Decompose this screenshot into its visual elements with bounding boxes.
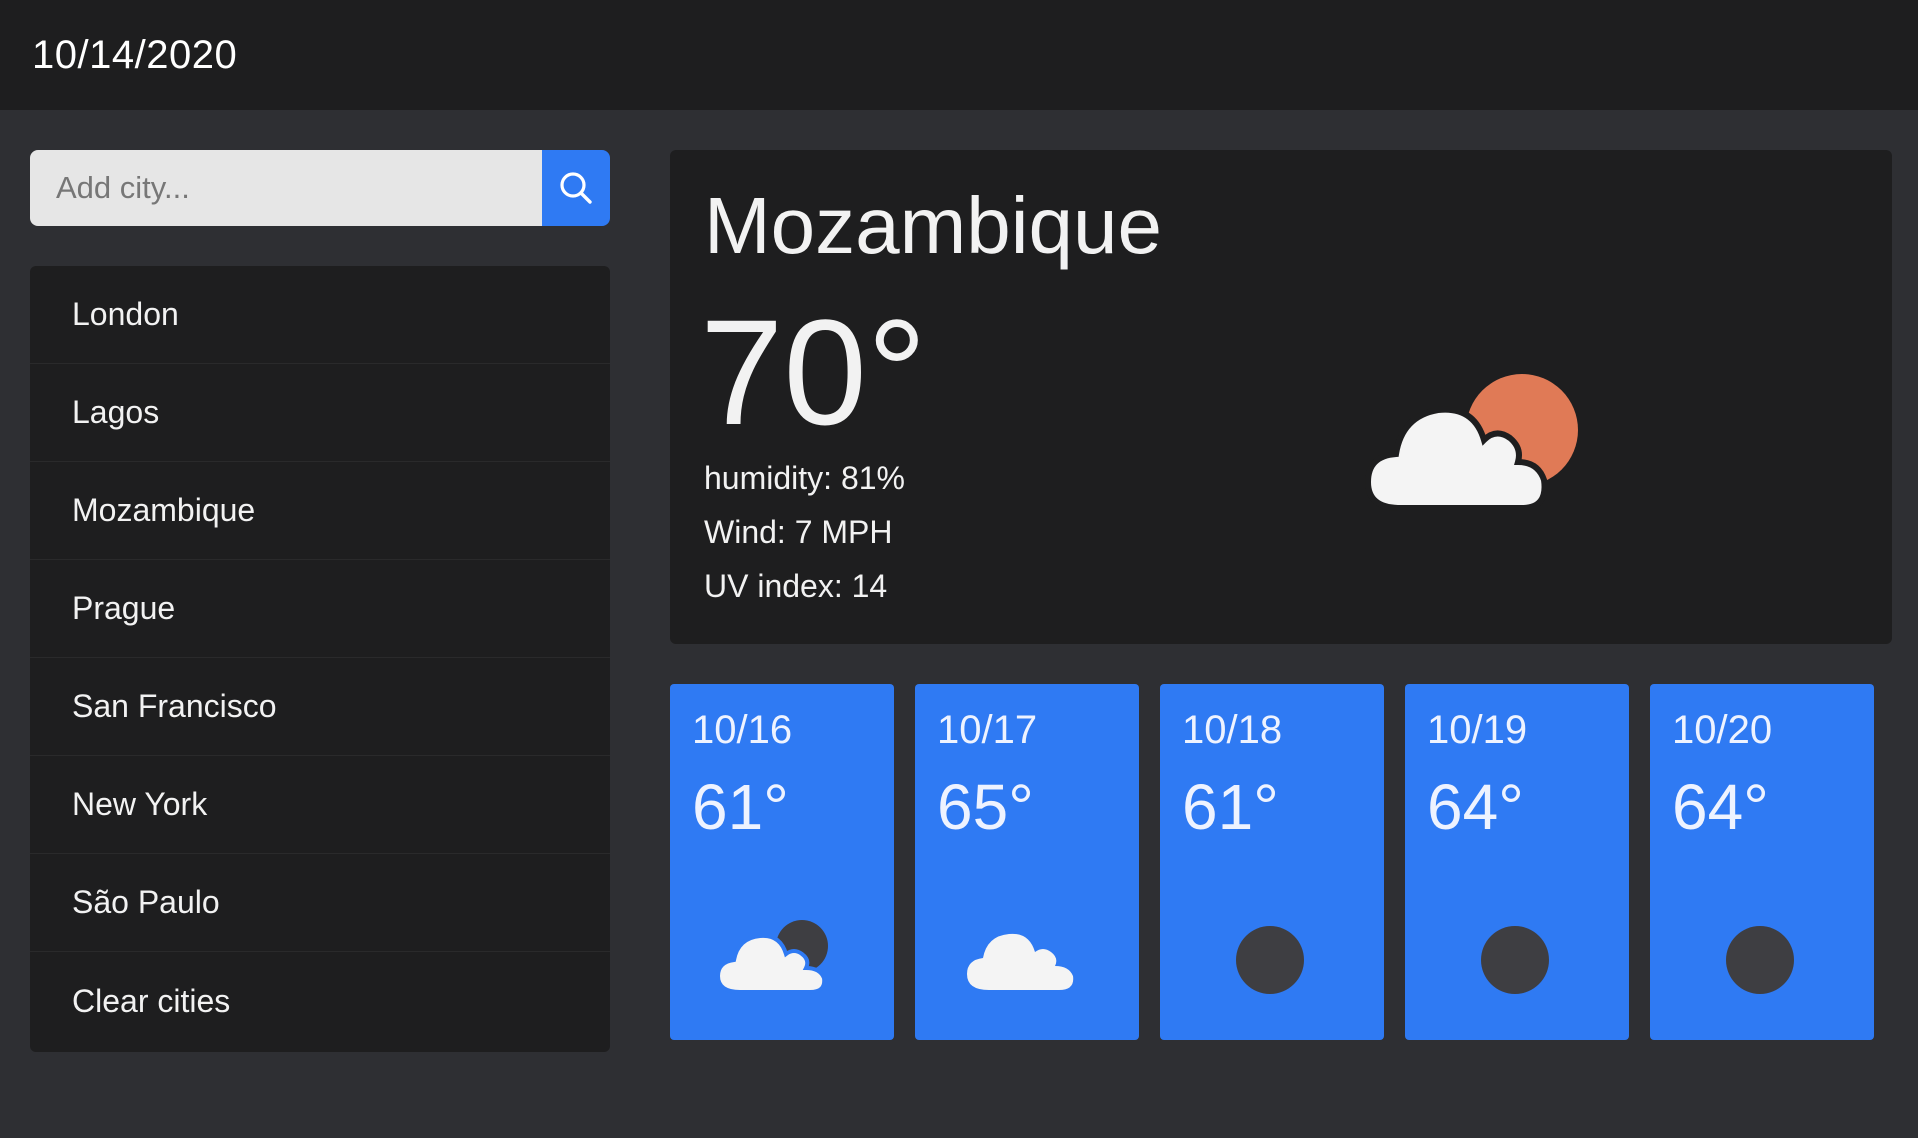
city-search bbox=[30, 150, 610, 226]
city-item-sao-paulo[interactable]: São Paulo bbox=[30, 854, 610, 952]
city-search-input[interactable] bbox=[30, 150, 542, 226]
city-item-prague[interactable]: Prague bbox=[30, 560, 610, 658]
five-day-forecast: 10/16 61° 10/17 65° 10/18 61° 10/19 64° … bbox=[670, 684, 1874, 1040]
forecast-date: 10/20 bbox=[1672, 708, 1773, 752]
forecast-temperature: 64° bbox=[1672, 771, 1769, 843]
partly-cloudy-sun-icon bbox=[1364, 374, 1578, 511]
search-button[interactable] bbox=[542, 150, 610, 226]
forecast-date: 10/16 bbox=[692, 708, 793, 752]
forecast-day-card: 10/20 64° bbox=[1650, 684, 1874, 1040]
forecast-temperature: 61° bbox=[1182, 771, 1279, 843]
forecast-date: 10/19 bbox=[1427, 708, 1528, 752]
current-temperature: 70° bbox=[700, 288, 927, 456]
current-date: 10/14/2020 bbox=[32, 32, 238, 77]
clear-cities-button[interactable]: Clear cities bbox=[30, 952, 610, 1050]
city-item-lagos[interactable]: Lagos bbox=[30, 364, 610, 462]
forecast-date: 10/18 bbox=[1182, 708, 1283, 752]
current-humidity: humidity: 81% bbox=[704, 460, 905, 496]
current-uv-index: UV index: 14 bbox=[704, 568, 888, 604]
forecast-day-card: 10/19 64° bbox=[1405, 684, 1629, 1040]
forecast-date: 10/17 bbox=[937, 708, 1038, 752]
current-weather-panel: Mozambique 70° humidity: 81% Wind: 7 MPH… bbox=[670, 150, 1892, 644]
forecast-day-card: 10/18 61° bbox=[1160, 684, 1384, 1040]
moon-icon bbox=[1726, 926, 1794, 994]
moon-icon bbox=[1481, 926, 1549, 994]
forecast-day-card: 10/16 61° bbox=[670, 684, 894, 1040]
partly-cloudy-night-icon bbox=[715, 920, 828, 994]
city-item-london[interactable]: London bbox=[30, 266, 610, 364]
city-list: London Lagos Mozambique Prague San Franc… bbox=[30, 266, 610, 1052]
current-city-name: Mozambique bbox=[704, 181, 1163, 270]
forecast-temperature: 65° bbox=[937, 771, 1034, 843]
current-wind: Wind: 7 MPH bbox=[704, 514, 893, 550]
forecast-temperature: 64° bbox=[1427, 771, 1524, 843]
moon-icon bbox=[1236, 926, 1304, 994]
top-bar: 10/14/2020 bbox=[0, 0, 1918, 110]
forecast-temperature: 61° bbox=[692, 771, 789, 843]
search-icon bbox=[560, 172, 592, 204]
city-item-new-york[interactable]: New York bbox=[30, 756, 610, 854]
forecast-day-card: 10/17 65° bbox=[915, 684, 1139, 1040]
city-item-san-francisco[interactable]: San Francisco bbox=[30, 658, 610, 756]
city-item-mozambique[interactable]: Mozambique bbox=[30, 462, 610, 560]
cloud-icon bbox=[967, 933, 1074, 990]
